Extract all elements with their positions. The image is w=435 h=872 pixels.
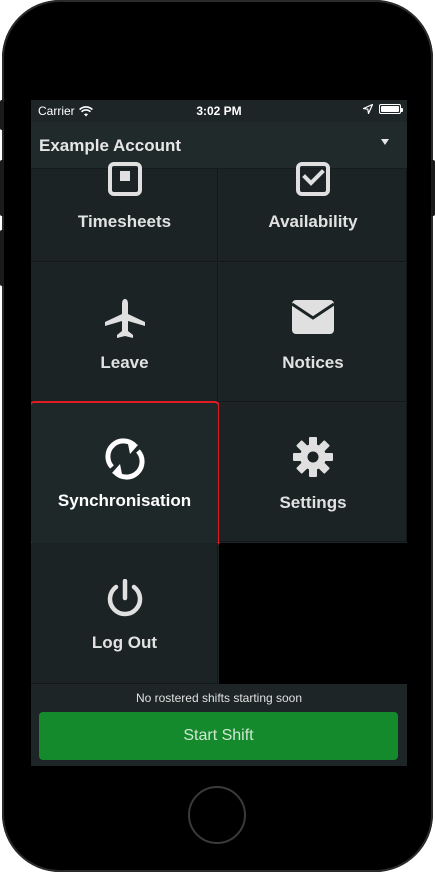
menu-tile-settings[interactable]: Settings bbox=[219, 403, 407, 542]
envelope-icon bbox=[291, 300, 335, 334]
tile-label-log-out: Log Out bbox=[91, 633, 158, 652]
checkbox-icon bbox=[296, 162, 330, 196]
menu-tile-log-out[interactable]: Log Out bbox=[31, 543, 218, 684]
empty-grid-cell bbox=[219, 543, 407, 684]
menu-grid: Timesheets Availability Leave Notices Sy… bbox=[31, 162, 407, 684]
location-arrow-icon bbox=[363, 104, 373, 114]
tile-label-availability: Availability bbox=[268, 212, 358, 231]
account-name: Example Account bbox=[39, 136, 182, 155]
status-time: 3:02 PM bbox=[196, 104, 242, 118]
gear-icon bbox=[293, 437, 333, 477]
mute-switch bbox=[0, 100, 4, 130]
app-screen: Carrier 3:02 PM Example Account Timeshee… bbox=[31, 100, 407, 766]
volume-up-button bbox=[0, 160, 4, 216]
tile-label-settings: Settings bbox=[279, 493, 347, 512]
power-button bbox=[431, 160, 435, 216]
airplane-icon bbox=[104, 299, 145, 338]
status-bar: Carrier 3:02 PM bbox=[31, 100, 407, 120]
shift-footer: No rostered shifts starting soon Start S… bbox=[31, 684, 407, 766]
timesheet-icon bbox=[107, 162, 142, 196]
volume-down-button bbox=[0, 230, 4, 286]
battery-icon bbox=[379, 104, 403, 114]
menu-tile-timesheets[interactable]: Timesheets bbox=[31, 162, 218, 262]
home-button[interactable] bbox=[188, 786, 246, 844]
tile-label-synchronisation: Synchronisation bbox=[57, 491, 192, 510]
menu-tile-availability[interactable]: Availability bbox=[219, 162, 407, 262]
shift-notice: No rostered shifts starting soon bbox=[135, 691, 303, 705]
account-selector[interactable]: Example Account bbox=[31, 122, 407, 169]
tile-label-leave: Leave bbox=[100, 353, 149, 372]
dropdown-arrow-icon bbox=[381, 139, 389, 145]
menu-tile-leave[interactable]: Leave bbox=[31, 263, 218, 402]
menu-tile-notices[interactable]: Notices bbox=[219, 263, 407, 402]
tile-label-timesheets: Timesheets bbox=[77, 212, 172, 231]
power-icon bbox=[107, 579, 142, 617]
menu-tile-synchronisation[interactable]: Synchronisation bbox=[31, 401, 220, 546]
start-shift-button[interactable]: Start Shift bbox=[39, 712, 398, 760]
sync-icon bbox=[105, 438, 144, 480]
tile-label-notices: Notices bbox=[282, 353, 344, 372]
